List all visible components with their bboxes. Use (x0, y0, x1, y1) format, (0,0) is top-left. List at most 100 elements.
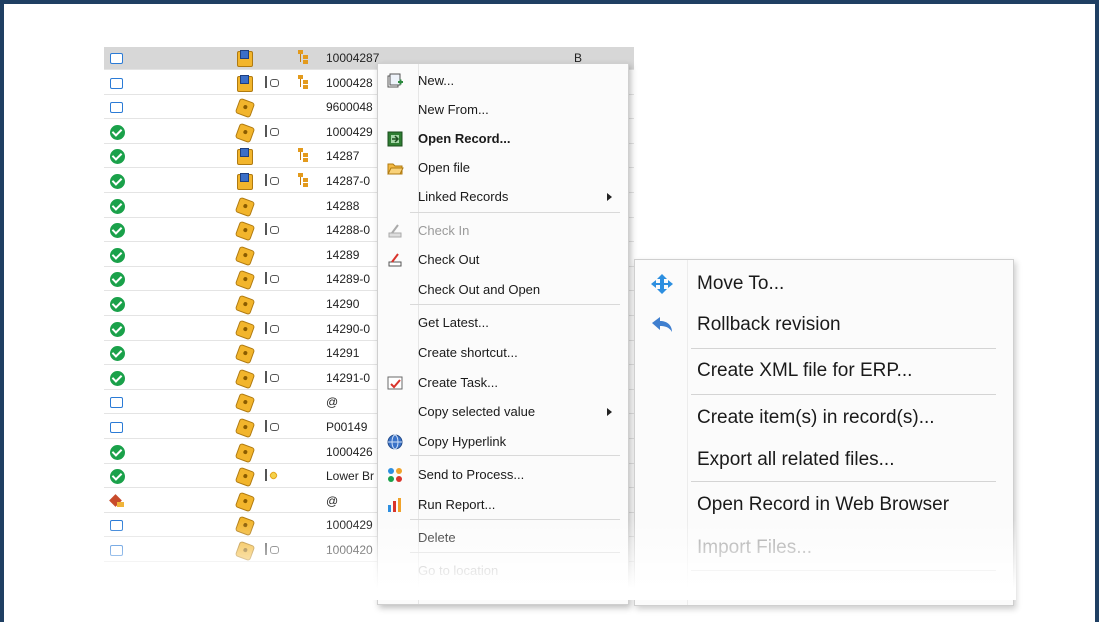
submenu-separator (691, 570, 996, 571)
menu-item-copy-selected-value[interactable]: Copy selected value (378, 398, 628, 426)
menu-item-send-to-process[interactable]: Send to Process... (378, 461, 628, 489)
part-icon (234, 466, 256, 488)
record-number: 14287 (326, 149, 360, 164)
menu-item-open-record[interactable]: Open Record... (378, 125, 628, 153)
menu-item-label: New From... (418, 102, 489, 117)
menu-item-go-to-location[interactable]: Go to location (378, 557, 628, 585)
submenu-separator (691, 481, 996, 482)
check-in-icon (387, 223, 404, 239)
record-number: 14288 (326, 198, 360, 213)
submenu-item-move-to[interactable]: Move To... (635, 264, 1013, 304)
open-record-icon (387, 131, 404, 147)
submenu-item-export-all-related-files[interactable]: Export all related files... (635, 440, 1013, 480)
assembly-icon (236, 173, 254, 190)
check-out-icon (387, 252, 404, 268)
menu-item-create-task[interactable]: Create Task... (378, 369, 628, 397)
status-empty-icon (110, 76, 125, 91)
part-icon (234, 270, 256, 291)
submenu-item-open-record-in-web-browser[interactable]: Open Record in Web Browser (635, 485, 1013, 525)
record-number: 1000429 (326, 124, 373, 139)
menu-item-new-from[interactable]: New From... (378, 96, 628, 124)
process-icon (387, 467, 404, 483)
submenu-separator (691, 394, 996, 395)
submenu-item-import-files[interactable]: Import Files... (635, 528, 1013, 568)
status-ok-icon (110, 174, 125, 189)
record-number: 1000420 (326, 543, 373, 557)
menu-item-copy-hyperlink[interactable]: Copy Hyperlink (378, 428, 628, 456)
menu-separator (410, 304, 620, 305)
submenu-item-rollback-revision[interactable]: Rollback revision (635, 305, 1013, 345)
menu-item-delete[interactable]: Delete (378, 524, 628, 552)
status-warn-icon (110, 494, 125, 509)
linked-record-icon (265, 543, 281, 557)
hyperlink-icon (387, 434, 404, 450)
status-ok-icon (110, 370, 125, 386)
record-number: 14288-0 (326, 223, 371, 238)
record-number: 14290 (326, 297, 360, 311)
menu-item-label: Send to Process... (418, 467, 525, 482)
structure-tree-icon (298, 50, 312, 66)
part-icon (234, 442, 256, 463)
part-icon (234, 540, 256, 562)
submenu-item-create-xml-file-for-erp[interactable]: Create XML file for ERP... (635, 351, 1013, 391)
status-ok-icon (110, 444, 125, 460)
submenu-item-create-item-s-in-record-s[interactable]: Create item(s) in record(s)... (635, 398, 1013, 438)
structure-tree-icon (298, 173, 312, 189)
menu-item-check-out-and-open[interactable]: Check Out and Open (378, 276, 628, 304)
record-number: 14290-0 (326, 321, 371, 336)
context-submenu: Move To... Rollback revision Create XML fi… (634, 259, 1014, 606)
status-empty-icon (110, 518, 125, 533)
status-ok-icon (110, 124, 125, 140)
part-icon (234, 196, 256, 217)
menu-item-linked-records[interactable]: Linked Records (378, 183, 628, 211)
status-empty-icon (110, 420, 125, 435)
menu-item-label: Get Latest... (418, 315, 489, 330)
linked-record-icon (265, 370, 281, 385)
record-number: 14287-0 (326, 174, 371, 188)
part-icon (234, 294, 256, 316)
status-ok-icon (110, 223, 125, 239)
menu-item-new[interactable]: New... (378, 67, 628, 95)
record-number: @ (326, 493, 339, 508)
record-number: Lower Br (326, 469, 375, 484)
assembly-icon (236, 148, 254, 166)
assembly-icon (236, 74, 254, 92)
status-empty-icon (110, 51, 125, 66)
structure-tree-icon (298, 74, 312, 91)
submenu-arrow-icon (607, 193, 612, 201)
menu-item-label: Check Out (418, 252, 480, 267)
menu-separator (410, 455, 620, 456)
menu-item-create-shortcut[interactable]: Create shortcut... (378, 339, 628, 367)
status-ok-icon (110, 272, 125, 288)
menu-item-label: Open file (418, 160, 471, 175)
record-number: P00149 (326, 420, 368, 434)
menu-item-check-in[interactable]: Check In (378, 217, 628, 245)
submenu-item-label: Create item(s) in record(s)... (697, 407, 935, 428)
status-ok-icon (110, 198, 125, 214)
part-icon (234, 122, 256, 144)
submenu-item-label: Open Record in Web Browser (697, 494, 950, 515)
linked-record-icon (265, 174, 281, 188)
menu-item-label: Run Report... (418, 497, 496, 512)
menu-item-label: Copy Hyperlink (418, 434, 507, 449)
record-number: 9600048 (326, 100, 373, 115)
record-number: 14291 (326, 346, 360, 361)
submenu-item-label: Rollback revision (697, 314, 841, 335)
linked-record-icon (265, 124, 281, 139)
report-icon (387, 497, 404, 513)
menu-item-label: Copy selected value (418, 404, 536, 419)
open-folder-icon (387, 160, 404, 176)
menu-item-check-out[interactable]: Check Out (378, 246, 628, 274)
menu-separator (410, 552, 620, 553)
menu-item-open-file[interactable]: Open file (378, 154, 628, 182)
part-icon (234, 245, 256, 267)
linked-record-icon (265, 321, 281, 336)
menu-item-label: Check In (418, 223, 470, 238)
status-ok-icon (110, 297, 125, 312)
submenu-separator (691, 348, 996, 349)
record-number: @ (326, 395, 339, 410)
record-number: 1000429 (326, 518, 373, 533)
menu-item-run-report[interactable]: Run Report... (378, 491, 628, 519)
status-empty-icon (110, 543, 125, 558)
menu-item-get-latest[interactable]: Get Latest... (378, 309, 628, 337)
